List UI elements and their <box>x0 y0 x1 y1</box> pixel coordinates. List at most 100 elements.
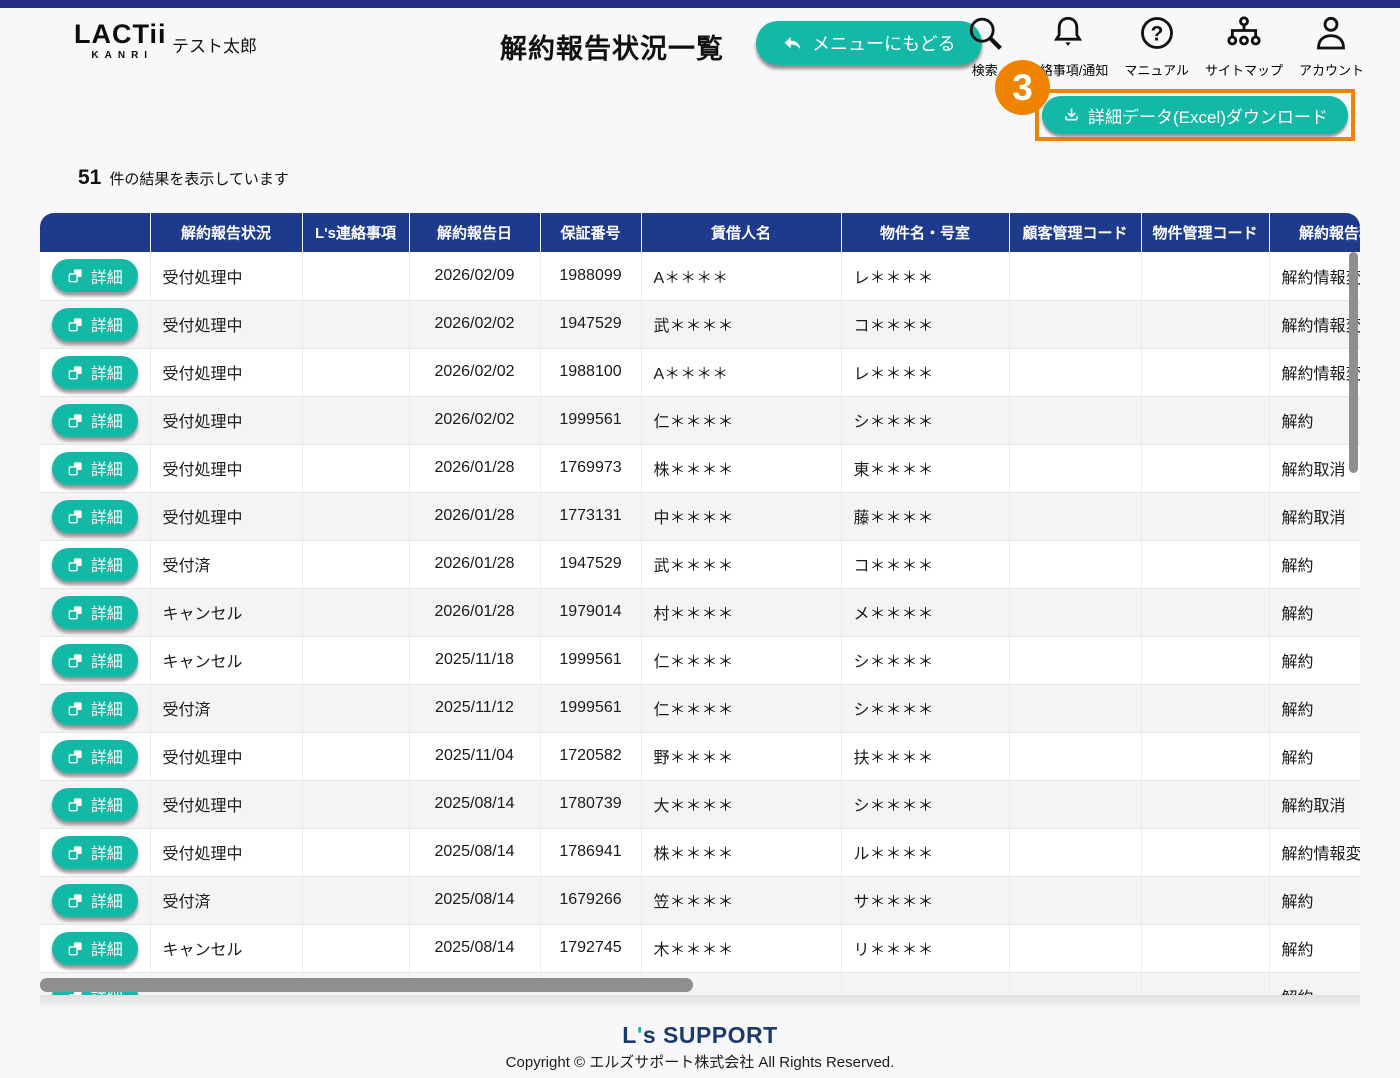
table-row: 詳細 受付処理中 2026/02/02 1999561 仁＊＊＊＊ シ＊＊＊＊ 解約 <box>40 396 1360 445</box>
cell-report_type: 解約 <box>1269 540 1360 589</box>
cell-report_type: 解約 <box>1269 396 1360 445</box>
cell-property_code <box>1141 972 1270 995</box>
detail-cell: 詳細 <box>40 300 151 349</box>
cell-report_date: 2026/02/02 <box>409 348 541 397</box>
cell-customer_code <box>1009 252 1142 301</box>
cell-guarantee_no: 1988100 <box>540 348 642 397</box>
cell-property: サ＊＊＊＊ <box>841 876 1010 925</box>
cell-contact <box>302 732 410 781</box>
table-row: 詳細 受付処理中 2025/08/14 1780739 大＊＊＊＊ シ＊＊＊＊ 解約取消 <box>40 780 1360 829</box>
cell-status: 受付処理中 <box>150 732 303 781</box>
detail-button[interactable]: 詳細 <box>51 835 138 869</box>
cell-guarantee_no: 1999561 <box>540 636 642 685</box>
cell-guarantee_no: 1947529 <box>540 300 642 349</box>
column-header-7: 顧客管理コード <box>1009 213 1142 252</box>
excel-download-button[interactable]: 詳細データ(Excel)ダウンロード <box>1042 96 1348 134</box>
cell-property: ル＊＊＊＊ <box>841 828 1010 877</box>
report-table-container: 解約報告状況 L's連絡事項 解約報告日 保証番号 賃借人名 物件名・号室 顧客管理コード物… <box>40 213 1360 995</box>
cell-report_type: 解約情報変更 <box>1269 348 1360 397</box>
cell-property: メ＊＊＊＊ <box>841 588 1010 637</box>
cell-contact <box>302 348 410 397</box>
vertical-scrollbar-thumb[interactable] <box>1349 252 1358 473</box>
download-icon <box>1062 106 1081 125</box>
document-copy-icon <box>67 940 84 957</box>
detail-button[interactable]: 詳細 <box>51 499 138 533</box>
document-copy-icon <box>67 604 84 621</box>
cell-report_date: 2026/01/28 <box>409 588 541 637</box>
detail-button[interactable]: 詳細 <box>51 691 138 725</box>
detail-button[interactable]: 詳細 <box>51 883 138 917</box>
cell-property_code <box>1141 540 1270 589</box>
cell-tenant: 木＊＊＊＊ <box>641 924 842 973</box>
report-table: 解約報告状況 L's連絡事項 解約報告日 保証番号 賃借人名 物件名・号室 顧客管理コード物… <box>40 213 1360 995</box>
document-copy-icon <box>67 460 84 477</box>
detail-button[interactable]: 詳細 <box>51 403 138 437</box>
cell-property_code <box>1141 732 1270 781</box>
cell-contact <box>302 540 410 589</box>
cell-property_code <box>1141 444 1270 493</box>
nav-item-account[interactable]: アカウント <box>1299 13 1364 79</box>
bell-icon <box>1048 13 1088 58</box>
document-copy-icon <box>67 796 84 813</box>
cell-customer_code <box>1009 780 1142 829</box>
footer: L's SUPPORT Copyright © エルズサポート株式会社 All … <box>0 1022 1400 1072</box>
nav-item-manual[interactable]: ? マニュアル <box>1124 13 1189 79</box>
detail-button[interactable]: 詳細 <box>51 787 138 821</box>
cell-report_type: 解約取消 <box>1269 444 1360 493</box>
cell-report_type: 解約情報変更 <box>1269 828 1360 877</box>
cell-report_date: 2026/01/28 <box>409 540 541 589</box>
detail-button[interactable]: 詳細 <box>51 547 138 581</box>
column-header-6: 物件名・号室 <box>841 213 1010 252</box>
detail-button[interactable]: 詳細 <box>51 595 138 629</box>
cell-report_date: 2026/02/02 <box>409 396 541 445</box>
cell-property: シ＊＊＊＊ <box>841 636 1010 685</box>
detail-button[interactable]: 詳細 <box>51 643 138 677</box>
cell-report_date: 2025/11/18 <box>409 636 541 685</box>
column-header-8: 物件管理コード <box>1141 213 1270 252</box>
nav-item-sitemap[interactable]: サイトマップ <box>1205 13 1283 79</box>
document-copy-icon <box>67 892 84 909</box>
cell-property_code <box>1141 828 1270 877</box>
cell-property: コ＊＊＊＊ <box>841 540 1010 589</box>
cell-property <box>841 972 1010 995</box>
cell-property: レ＊＊＊＊ <box>841 252 1010 301</box>
detail-button[interactable]: 詳細 <box>51 355 138 389</box>
cell-customer_code <box>1009 636 1142 685</box>
detail-button[interactable]: 詳細 <box>51 739 138 773</box>
cell-customer_code <box>1009 540 1142 589</box>
cell-contact <box>302 684 410 733</box>
cell-status: 受付処理中 <box>150 780 303 829</box>
detail-cell: 詳細 <box>40 348 151 397</box>
cell-report_type: 解約 <box>1269 732 1360 781</box>
cell-status: 受付処理中 <box>150 300 303 349</box>
back-to-menu-button[interactable]: メニューにもどる <box>756 21 982 65</box>
detail-button[interactable]: 詳細 <box>51 931 138 965</box>
app-logo[interactable]: LACTii KANRI <box>74 21 167 62</box>
cell-contact <box>302 300 410 349</box>
document-copy-icon <box>67 316 84 333</box>
cell-tenant: 中＊＊＊＊ <box>641 492 842 541</box>
cell-status: 受付処理中 <box>150 348 303 397</box>
cell-report_type: 解約情報変更 <box>1269 252 1360 301</box>
search-icon <box>965 13 1005 58</box>
horizontal-scrollbar-thumb[interactable] <box>40 978 693 992</box>
annotation-step-badge: 3 <box>995 60 1050 115</box>
cell-report_type: 解約情報変更 <box>1269 300 1360 349</box>
detail-button[interactable]: 詳細 <box>51 307 138 341</box>
cell-guarantee_no: 1773131 <box>540 492 642 541</box>
cell-property_code <box>1141 348 1270 397</box>
detail-button[interactable]: 詳細 <box>51 451 138 485</box>
app-logo-sub: KANRI <box>91 50 154 61</box>
column-header-2: L's連絡事項 <box>302 213 410 252</box>
table-row: 詳細受付処理中 2026/02/021988100A＊＊＊＊レ＊＊＊＊ 解約情報変更 <box>40 348 1360 397</box>
column-header-0 <box>40 213 151 252</box>
cell-customer_code <box>1009 876 1142 925</box>
detail-button[interactable]: 詳細 <box>51 259 138 293</box>
document-copy-icon <box>67 412 84 429</box>
cell-guarantee_no: 1786941 <box>540 828 642 877</box>
cell-contact <box>302 780 410 829</box>
cell-property_code <box>1141 396 1270 445</box>
cell-status: 受付処理中 <box>150 492 303 541</box>
cell-report_type: 解約 <box>1269 636 1360 685</box>
table-row: 詳細 キャンセル 2025/11/18 1999561 仁＊＊＊＊ シ＊＊＊＊ 解約 <box>40 636 1360 685</box>
